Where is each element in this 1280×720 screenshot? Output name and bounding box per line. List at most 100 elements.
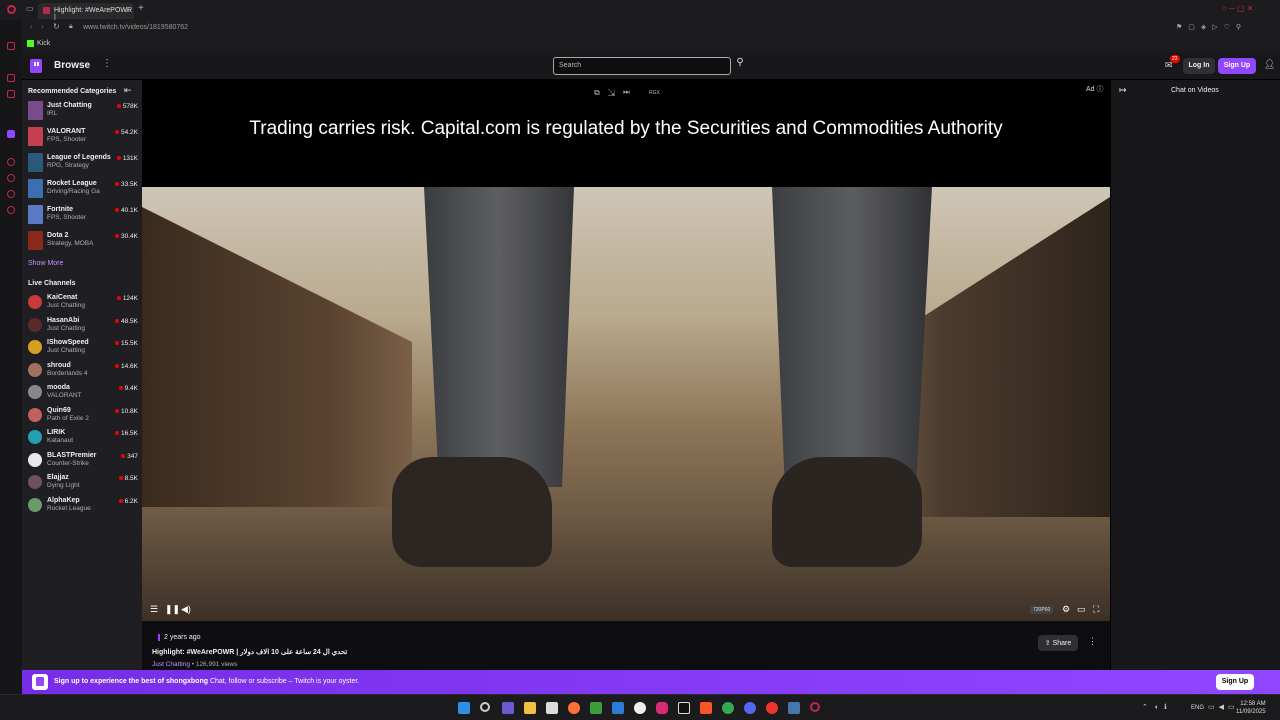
copilot-icon[interactable] bbox=[502, 702, 514, 714]
instagram-icon[interactable] bbox=[656, 702, 668, 714]
sidebar-icon-5[interactable] bbox=[7, 174, 15, 182]
video-category-link[interactable]: Just Chatting bbox=[152, 661, 190, 668]
opera-taskbar-icon[interactable] bbox=[810, 702, 820, 712]
more-menu-icon[interactable]: ⋮ bbox=[102, 58, 112, 69]
video-player[interactable]: ⧉⇲⏭ RGX Ad ⓘ Trading carries risk. Capit… bbox=[142, 80, 1110, 621]
live-dot-icon bbox=[118, 386, 123, 390]
reload-icon[interactable]: ↻ bbox=[53, 22, 60, 31]
collapse-sidebar-icon[interactable]: ⇤ bbox=[124, 85, 132, 96]
browser-tab-active[interactable]: Highlight: #WeArePOWR | × bbox=[38, 3, 134, 21]
bookmark-kick[interactable]: Kick bbox=[37, 40, 50, 47]
category-item[interactable]: Fortnite FPS, Shooter 40.1K bbox=[28, 204, 140, 226]
video-scene-leg-right bbox=[772, 187, 932, 487]
sidebar-icon-7[interactable] bbox=[7, 206, 15, 214]
video-frame[interactable] bbox=[142, 187, 1110, 621]
category-viewers: 578K bbox=[116, 103, 138, 110]
minecraft-icon[interactable] bbox=[590, 702, 602, 714]
category-item[interactable]: Dota 2 Strategy, MOBA 30.4K bbox=[28, 230, 140, 252]
playlist-icon[interactable]: ☰ bbox=[150, 604, 158, 615]
player-top-controls[interactable]: ⧉⇲⏭ bbox=[594, 88, 638, 98]
pause-icon[interactable]: ❚❚ bbox=[165, 604, 180, 615]
quality-top-icon[interactable]: RGX bbox=[649, 90, 660, 96]
tiktok-icon[interactable] bbox=[678, 702, 690, 714]
url-field[interactable]: www.twitch.tv/videos/1819580762 bbox=[83, 24, 188, 31]
channel-item[interactable]: AlphaKep Rocket League 6.2K bbox=[28, 495, 140, 517]
app-icon-1[interactable] bbox=[612, 702, 624, 714]
app-icon-2[interactable] bbox=[634, 702, 646, 714]
video-scene-leg-left bbox=[424, 187, 574, 487]
banner-signup-button[interactable]: Sign Up bbox=[1216, 674, 1254, 690]
channel-viewers: 16.5K bbox=[115, 430, 138, 437]
channel-item[interactable]: LIRIK Katanaut 16.5K bbox=[28, 427, 140, 449]
store-icon[interactable] bbox=[546, 702, 558, 714]
new-tab-icon[interactable]: + bbox=[138, 3, 144, 14]
category-name: Dota 2 bbox=[47, 232, 69, 239]
quality-badge[interactable]: 720P60 bbox=[1030, 606, 1054, 614]
sidebar-icon-6[interactable] bbox=[7, 190, 15, 198]
brave-icon[interactable] bbox=[700, 702, 712, 714]
chrome-icon[interactable] bbox=[722, 702, 734, 714]
channel-item[interactable]: IShowSpeed Just Chatting 15.5K bbox=[28, 337, 140, 359]
category-item[interactable]: VALORANT FPS, Shooter 54.2K bbox=[28, 126, 140, 148]
taskbar-clock[interactable]: 12:58 AM 11/09/2025 bbox=[1236, 700, 1266, 716]
category-item[interactable]: League of Legends RPG, Strategy 131K bbox=[28, 152, 140, 174]
sidebar-icon-4[interactable] bbox=[7, 158, 15, 166]
sidebar-icon-3[interactable] bbox=[7, 90, 15, 98]
channel-item[interactable]: mooda VALORANT 9.4K bbox=[28, 382, 140, 404]
share-button[interactable]: ⇪ Share bbox=[1038, 635, 1078, 651]
back-icon[interactable]: ‹ bbox=[30, 22, 33, 31]
extension-icons[interactable]: ⚑▢◈▷♡⚲ bbox=[1176, 23, 1247, 31]
sidebar-icon-2[interactable] bbox=[7, 74, 15, 82]
channel-viewers: 8.5K bbox=[118, 475, 138, 482]
window-controls[interactable]: ○ ─ ▢ ✕ bbox=[1222, 4, 1253, 13]
language-indicator[interactable]: ENG bbox=[1191, 705, 1204, 711]
volume-icon[interactable]: ◀) bbox=[181, 604, 191, 615]
browse-link[interactable]: Browse bbox=[54, 60, 90, 71]
category-item[interactable]: Just Chatting IRL 578K bbox=[28, 100, 140, 122]
channel-item[interactable]: KaiCenat Just Chatting 124K bbox=[28, 292, 140, 314]
forward-icon[interactable]: › bbox=[41, 22, 44, 31]
show-more-link[interactable]: Show More bbox=[28, 260, 63, 267]
user-menu-icon[interactable]: 👤︎ bbox=[1264, 59, 1275, 70]
video-more-icon[interactable]: ⋮ bbox=[1088, 636, 1097, 647]
tray-icons[interactable]: ⌃◖ℹ bbox=[1142, 703, 1173, 711]
channel-thumbnail bbox=[28, 385, 42, 399]
fullscreen-icon[interactable]: ⛶ bbox=[1093, 604, 1099, 615]
channel-item[interactable]: Elajjaz Dying Light 8.5K bbox=[28, 472, 140, 494]
channel-name: KaiCenat bbox=[47, 294, 78, 301]
channel-item[interactable]: HasanAbi Just Chatting 48.5K bbox=[28, 315, 140, 337]
search-taskbar-icon[interactable] bbox=[480, 702, 490, 712]
sidebar-twitch-icon[interactable] bbox=[7, 130, 15, 138]
channel-item[interactable]: BLASTPremier Counter-Strike 347 bbox=[28, 450, 140, 472]
channel-item[interactable]: Quin69 Path of Exile 2 10.8K bbox=[28, 405, 140, 427]
opera-logo-icon[interactable] bbox=[7, 5, 16, 14]
theatre-mode-icon[interactable]: ▭ bbox=[1077, 604, 1086, 615]
file-explorer-icon[interactable] bbox=[524, 702, 536, 714]
channel-viewers: 14.6K bbox=[115, 363, 138, 370]
expand-chat-icon[interactable]: ↦ bbox=[1119, 85, 1127, 96]
app-icon-3[interactable] bbox=[766, 702, 778, 714]
channel-viewers: 9.4K bbox=[118, 385, 138, 392]
ad-text: Trading carries risk. Capital.com is reg… bbox=[249, 118, 1003, 139]
tab-close-icon[interactable]: × bbox=[125, 6, 130, 15]
category-item[interactable]: Rocket League Driving/Racing Ga 33.5K bbox=[28, 178, 140, 200]
sidebar-icon-1[interactable] bbox=[7, 42, 15, 50]
start-icon[interactable] bbox=[458, 702, 470, 714]
channel-item[interactable]: shroud Borderlands 4 14.6K bbox=[28, 360, 140, 382]
channel-thumbnail bbox=[28, 452, 42, 467]
login-button[interactable]: Log In bbox=[1183, 58, 1215, 74]
search-icon[interactable]: ⚲ bbox=[733, 57, 747, 75]
search-input[interactable]: Search bbox=[553, 57, 731, 75]
tab-menu-icon[interactable]: ▭ bbox=[26, 4, 34, 13]
app-icon-4[interactable] bbox=[788, 702, 800, 714]
prime-loot-icon[interactable]: ✉ 23 bbox=[1165, 55, 1180, 71]
live-dot-icon bbox=[115, 408, 119, 413]
network-volume-icons[interactable]: ▭◀▭ bbox=[1208, 703, 1239, 711]
discord-icon[interactable] bbox=[744, 702, 756, 714]
signup-button[interactable]: Sign Up bbox=[1218, 58, 1256, 74]
channel-thumbnail bbox=[28, 497, 42, 512]
firefox-icon[interactable] bbox=[568, 702, 580, 714]
live-dot-icon bbox=[115, 130, 119, 134]
settings-icon[interactable]: ⚙ bbox=[1062, 604, 1070, 615]
twitch-logo-icon[interactable] bbox=[30, 59, 42, 73]
